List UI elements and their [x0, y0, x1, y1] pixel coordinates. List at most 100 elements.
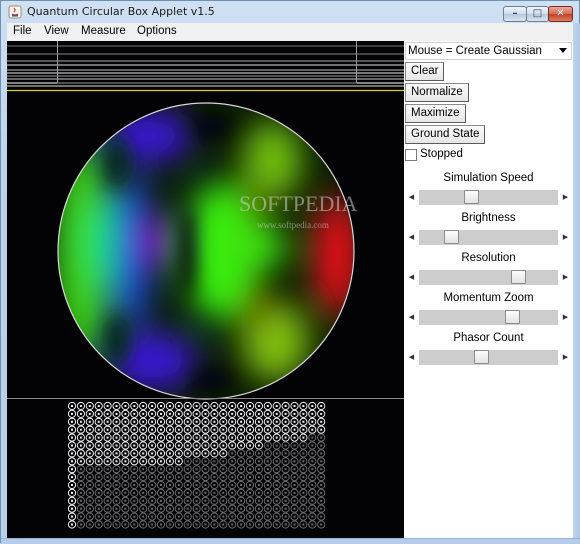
- phasor-hand: [240, 460, 243, 463]
- slider-thumb[interactable]: [505, 310, 520, 324]
- phasor-hand: [320, 484, 323, 486]
- phasor-hand: [106, 484, 109, 486]
- phasor-hand: [231, 491, 234, 494]
- maximize-wave-button[interactable]: Maximize: [405, 104, 466, 123]
- slider-thumb[interactable]: [474, 350, 489, 364]
- mouse-mode-select[interactable]: Mouse = Create Gaussian: [405, 42, 572, 60]
- phasor-hand: [133, 460, 136, 463]
- phasor-hand: [293, 515, 296, 518]
- clear-button[interactable]: Clear: [405, 62, 445, 81]
- simulation-canvas[interactable]: SOFTPEDIA www.softpedia.com: [7, 39, 404, 538]
- phasor-hand: [240, 484, 243, 486]
- phasor-hand: [151, 515, 154, 518]
- maximize-button[interactable]: □: [526, 6, 549, 22]
- phasor-hand: [97, 405, 100, 407]
- slider-thumb[interactable]: [444, 230, 459, 244]
- phasor-hand: [168, 476, 171, 479]
- slider-track[interactable]: [419, 190, 558, 205]
- scroll-left-arrow-icon[interactable]: ◀: [404, 270, 419, 285]
- slider-track[interactable]: [419, 270, 558, 285]
- slider-track[interactable]: [419, 350, 558, 365]
- menu-file[interactable]: File: [13, 25, 32, 37]
- phasor-hand: [186, 420, 189, 423]
- phasor-hand: [88, 523, 91, 526]
- menu-measure[interactable]: Measure: [81, 25, 126, 37]
- phasor-hand: [213, 515, 216, 518]
- momentum-zoom-label: Momentum Zoom: [443, 292, 534, 304]
- phasor-hand: [284, 420, 287, 423]
- menu-view[interactable]: View: [44, 25, 69, 37]
- scroll-right-arrow-icon[interactable]: ▶: [558, 190, 573, 205]
- phasor-hand: [88, 405, 91, 407]
- phasor-hand: [168, 405, 171, 407]
- window-border-bottom: [1, 538, 580, 544]
- scroll-left-arrow-icon[interactable]: ◀: [404, 230, 419, 245]
- stopped-checkbox[interactable]: [405, 149, 417, 161]
- phasor-hand: [266, 476, 269, 479]
- phasor-hand: [231, 507, 234, 510]
- menu-options[interactable]: Options: [137, 25, 177, 37]
- resolution-slider[interactable]: ◀ ▶: [404, 270, 573, 285]
- phasor-hand: [293, 507, 296, 510]
- phasor-hand: [249, 444, 251, 447]
- scroll-left-arrow-icon[interactable]: ◀: [404, 190, 419, 205]
- phasor-hand: [124, 507, 127, 510]
- phasor-hand: [195, 420, 198, 423]
- phasor-hand: [240, 476, 243, 479]
- slider-thumb[interactable]: [464, 190, 479, 204]
- phasor-hand: [249, 515, 251, 518]
- phasor-hand: [249, 452, 251, 455]
- phasor-hand: [320, 515, 323, 518]
- phasor-hand: [195, 444, 198, 447]
- simulation-speed-slider[interactable]: ◀ ▶: [404, 190, 573, 205]
- phasor-hand: [266, 405, 269, 407]
- phasor-hand: [195, 412, 198, 415]
- scroll-left-arrow-icon[interactable]: ◀: [404, 310, 419, 325]
- phasor-hand: [79, 484, 82, 486]
- wavefunction-plot[interactable]: SOFTPEDIA www.softpedia.com: [47, 101, 367, 411]
- slider-track[interactable]: [419, 230, 558, 245]
- phasor-hand: [106, 452, 109, 455]
- phasor-hand: [213, 468, 216, 471]
- scroll-right-arrow-icon[interactable]: ▶: [558, 270, 573, 285]
- phasor-count-slider[interactable]: ◀ ▶: [404, 350, 573, 365]
- normalize-button[interactable]: Normalize: [405, 83, 469, 102]
- scroll-left-arrow-icon[interactable]: ◀: [404, 350, 419, 365]
- phasor-hand: [257, 499, 260, 502]
- scroll-right-arrow-icon[interactable]: ▶: [558, 310, 573, 325]
- phasor-grid[interactable]: [67, 401, 326, 529]
- momentum-zoom-slider[interactable]: ◀ ▶: [404, 310, 573, 325]
- phasor-hand: [231, 476, 234, 479]
- phasor-hand: [160, 460, 162, 463]
- scroll-right-arrow-icon[interactable]: ▶: [558, 350, 573, 365]
- brightness-slider[interactable]: ◀ ▶: [404, 230, 573, 245]
- phasor-hand: [160, 476, 162, 479]
- phasor-hand: [133, 507, 136, 510]
- phasor-hand: [195, 428, 198, 431]
- phasor-hand: [177, 428, 180, 431]
- ground-state-button[interactable]: Ground State: [405, 125, 486, 144]
- phasor-hand: [124, 491, 127, 494]
- title-bar[interactable]: Quantum Circular Box Applet v1.5 – □ ✕: [1, 1, 579, 23]
- slider-thumb[interactable]: [511, 270, 526, 284]
- phasor-hand: [177, 405, 180, 407]
- phasor-hand: [133, 468, 136, 471]
- phasor-hand: [249, 499, 251, 502]
- phasor-hand: [222, 444, 225, 447]
- phasor-hand: [79, 476, 82, 479]
- phasor-hand: [97, 499, 100, 502]
- simulation-drawing[interactable]: SOFTPEDIA www.softpedia.com: [7, 39, 404, 538]
- close-button[interactable]: ✕: [548, 6, 573, 22]
- phasor-hand: [160, 436, 162, 439]
- slider-track[interactable]: [419, 310, 558, 325]
- phasor-hand: [186, 484, 189, 486]
- phasor-hand: [142, 484, 145, 486]
- minimize-button[interactable]: –: [503, 6, 527, 22]
- spectrum-view-window[interactable]: [57, 39, 357, 84]
- energy-spectrum[interactable]: [7, 39, 404, 92]
- phasor-hand: [204, 428, 207, 431]
- phasor-hand: [249, 468, 251, 471]
- phasor-hand: [293, 452, 296, 455]
- scroll-right-arrow-icon[interactable]: ▶: [558, 230, 573, 245]
- phasor-hand: [302, 444, 305, 447]
